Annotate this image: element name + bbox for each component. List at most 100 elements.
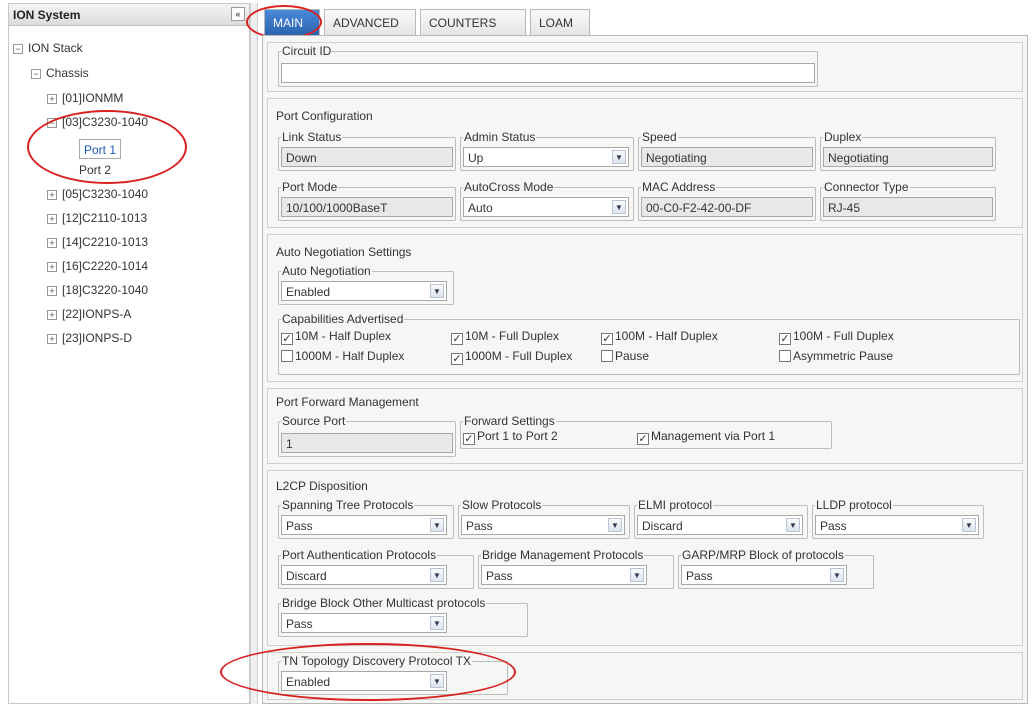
- checkbox-checked-icon[interactable]: ✓: [779, 333, 791, 345]
- bmgmt-value: Pass: [486, 569, 513, 583]
- checkbox-checked-icon[interactable]: ✓: [601, 333, 613, 345]
- slow-select[interactable]: Pass ▼: [461, 515, 625, 535]
- dropdown-arrow-icon[interactable]: ▼: [612, 150, 626, 164]
- admin-status-value: Up: [468, 151, 484, 165]
- panel-splitter[interactable]: [250, 3, 258, 704]
- connector-value: RJ-45: [823, 197, 993, 217]
- tree-node-slot-23[interactable]: + [23]IONPS-D: [47, 331, 132, 345]
- source-port-value: 1: [281, 433, 453, 453]
- tab-counters[interactable]: COUNTERS: [420, 9, 526, 35]
- collapse-panel-icon[interactable]: «: [231, 7, 245, 21]
- cap-100m-half[interactable]: ✓ 100M - Half Duplex: [601, 329, 718, 345]
- duplex-group: Duplex Negotiating: [820, 131, 996, 171]
- garp-label: GARP/MRP Block of protocols: [682, 548, 844, 562]
- link-status-label: Link Status: [282, 130, 342, 144]
- duplex-value: Negotiating: [823, 147, 993, 167]
- cap-1000m-full-label: 1000M - Full Duplex: [465, 349, 573, 363]
- garp-select[interactable]: Pass ▼: [681, 565, 847, 585]
- cap-1000m-half[interactable]: 1000M - Half Duplex: [281, 349, 404, 363]
- cap-pause-label: Pause: [615, 349, 650, 363]
- port-mode-label: Port Mode: [282, 180, 338, 194]
- cap-10m-half[interactable]: ✓ 10M - Half Duplex: [281, 329, 391, 345]
- lldp-label: LLDP protocol: [816, 498, 892, 512]
- checkbox-unchecked-icon[interactable]: [281, 350, 293, 362]
- checkbox-unchecked-icon[interactable]: [779, 350, 791, 362]
- link-status-value: Down: [281, 147, 453, 167]
- dropdown-arrow-icon[interactable]: ▼: [430, 284, 444, 298]
- pauth-label: Port Authentication Protocols: [282, 548, 437, 562]
- autoneg-section: Auto Negotiation Settings Auto Negotiati…: [267, 234, 1023, 382]
- tree-node-slot-12[interactable]: + [12]C2110-1013: [47, 211, 147, 225]
- circuit-section: Circuit ID: [267, 42, 1023, 92]
- connector-group: Connector Type RJ-45: [820, 181, 996, 221]
- tree-node-chassis[interactable]: − Chassis: [31, 66, 89, 80]
- cap-pause[interactable]: Pause: [601, 349, 649, 363]
- tab-advanced[interactable]: ADVANCED: [324, 9, 416, 35]
- cap-100m-full-label: 100M - Full Duplex: [793, 329, 894, 343]
- tree-node-slot-14[interactable]: + [14]C2210-1013: [47, 235, 148, 249]
- expand-toggle-icon[interactable]: +: [47, 237, 57, 248]
- tree-node-slot-16[interactable]: + [16]C2220-1014: [47, 259, 148, 273]
- circuit-id-group: Circuit ID: [278, 45, 818, 87]
- expand-toggle-icon[interactable]: +: [47, 285, 57, 296]
- autoneg-select[interactable]: Enabled ▼: [281, 281, 447, 301]
- forward-mgmt-via-port1-label: Management via Port 1: [651, 429, 776, 443]
- cap-100m-full[interactable]: ✓ 100M - Full Duplex: [779, 329, 894, 345]
- cap-asym-pause[interactable]: Asymmetric Pause: [779, 349, 893, 363]
- elmi-select[interactable]: Discard ▼: [637, 515, 803, 535]
- checkbox-checked-icon[interactable]: ✓: [451, 333, 463, 345]
- port-config-section: Port Configuration Link Status Down Admi…: [267, 98, 1023, 228]
- dropdown-arrow-icon[interactable]: ▼: [430, 518, 444, 532]
- cap-10m-full[interactable]: ✓ 10M - Full Duplex: [451, 329, 559, 345]
- expand-toggle-icon[interactable]: +: [47, 261, 57, 272]
- expand-toggle-icon[interactable]: +: [47, 189, 57, 200]
- dropdown-arrow-icon[interactable]: ▼: [430, 568, 444, 582]
- autocross-select[interactable]: Auto ▼: [463, 197, 629, 217]
- collapse-toggle-icon[interactable]: −: [31, 68, 41, 79]
- lldp-select[interactable]: Pass ▼: [815, 515, 979, 535]
- dropdown-arrow-icon[interactable]: ▼: [962, 518, 976, 532]
- checkbox-unchecked-icon[interactable]: [601, 350, 613, 362]
- tree-node-slot-22[interactable]: + [22]IONPS-A: [47, 307, 131, 321]
- checkbox-checked-icon[interactable]: ✓: [637, 433, 649, 445]
- checkbox-checked-icon[interactable]: ✓: [281, 333, 293, 345]
- cap-1000m-full[interactable]: ✓ 1000M - Full Duplex: [451, 349, 572, 365]
- autocross-label: AutoCross Mode: [464, 180, 554, 194]
- dropdown-arrow-icon[interactable]: ▼: [830, 568, 844, 582]
- admin-status-select[interactable]: Up ▼: [463, 147, 629, 167]
- cap-100m-half-label: 100M - Half Duplex: [615, 329, 718, 343]
- dropdown-arrow-icon[interactable]: ▼: [608, 518, 622, 532]
- stp-value: Pass: [286, 519, 313, 533]
- forward-mgmt-via-port1[interactable]: ✓ Management via Port 1: [637, 429, 775, 445]
- tree-node-slot-05[interactable]: + [05]C3230-1040: [47, 187, 148, 201]
- dropdown-arrow-icon[interactable]: ▼: [630, 568, 644, 582]
- pauth-group: Port Authentication Protocols Discard ▼: [278, 549, 474, 589]
- stp-select[interactable]: Pass ▼: [281, 515, 447, 535]
- expand-toggle-icon[interactable]: +: [47, 309, 57, 320]
- tree-node-slot-18[interactable]: + [18]C3220-1040: [47, 283, 148, 297]
- cap-1000m-half-label: 1000M - Half Duplex: [295, 349, 405, 363]
- checkbox-checked-icon[interactable]: ✓: [463, 433, 475, 445]
- expand-toggle-icon[interactable]: +: [47, 213, 57, 224]
- expand-toggle-icon[interactable]: +: [47, 333, 57, 344]
- tree-node-slot-01[interactable]: + [01]IONMM: [47, 91, 123, 105]
- pauth-select[interactable]: Discard ▼: [281, 565, 447, 585]
- mac-group: MAC Address 00-C0-F2-42-00-DF: [638, 181, 816, 221]
- connector-label: Connector Type: [824, 180, 909, 194]
- bmgmt-select[interactable]: Pass ▼: [481, 565, 647, 585]
- cap-10m-full-label: 10M - Full Duplex: [465, 329, 560, 343]
- checkbox-checked-icon[interactable]: ✓: [451, 353, 463, 365]
- forward-port1-to-port2[interactable]: ✓ Port 1 to Port 2: [463, 429, 558, 445]
- system-tree-panel: ION System « − ION Stack − Chassis + [01]IO…: [8, 3, 250, 704]
- dropdown-arrow-icon[interactable]: ▼: [612, 200, 626, 214]
- circuit-id-input[interactable]: [281, 63, 815, 83]
- bblock-select[interactable]: Pass ▼: [281, 613, 447, 633]
- tree-header: ION System «: [9, 4, 249, 26]
- expand-toggle-icon[interactable]: +: [47, 93, 57, 104]
- collapse-toggle-icon[interactable]: −: [13, 43, 23, 54]
- tree-node-ion-stack[interactable]: − ION Stack: [13, 41, 83, 55]
- dropdown-arrow-icon[interactable]: ▼: [786, 518, 800, 532]
- dropdown-arrow-icon[interactable]: ▼: [430, 616, 444, 630]
- tab-loam[interactable]: LOAM: [530, 9, 590, 35]
- garp-value: Pass: [686, 569, 713, 583]
